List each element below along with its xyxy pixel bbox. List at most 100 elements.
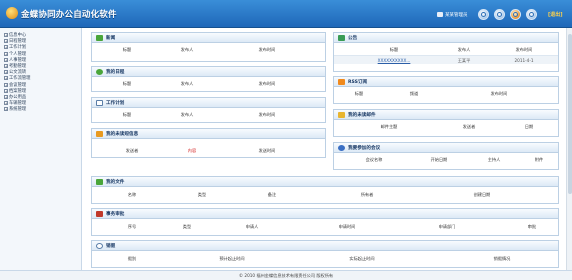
table-header-row: 发送者 内容 发送时间: [92, 145, 325, 156]
panel-title-bar: 我的文件: [92, 177, 558, 187]
column-header: 日期: [524, 124, 534, 129]
meetings-panel: 我要参加的会议 会议名称 开始日期 主持人 附件: [333, 142, 559, 170]
column-header: 申请时间: [338, 224, 356, 229]
schedule-panel: 我的日程 标题 发布人 发布时间: [91, 66, 326, 92]
expand-icon[interactable]: +: [4, 101, 8, 106]
logout-link[interactable]: [退出]: [548, 11, 563, 18]
plan-icon: [96, 100, 103, 106]
cell: 2011-4-1: [514, 58, 534, 63]
expand-icon[interactable]: +: [4, 63, 8, 68]
column-header: 开始日期: [430, 157, 448, 162]
refresh-button[interactable]: [494, 9, 505, 20]
column-header: 发布时间: [490, 91, 508, 96]
notice-panel: 公告 标题 发布人 发布时间 XXXXXXXXXX... 王某平 2011-4-…: [333, 32, 559, 72]
expand-icon[interactable]: +: [4, 57, 8, 62]
table-header-row: 标题 发布人 发布时间: [92, 109, 325, 120]
scrollbar-thumb[interactable]: [568, 34, 572, 194]
column-header: 标题: [122, 81, 132, 86]
vertical-scrollbar[interactable]: [566, 28, 572, 270]
current-user: 某某管理员: [437, 12, 468, 18]
column-header: 发布人: [180, 47, 194, 52]
settings-button[interactable]: [510, 9, 521, 20]
notice-icon: [338, 35, 345, 41]
home-button[interactable]: [478, 9, 489, 20]
panel-title: 我的日程: [106, 70, 125, 75]
panel-title-bar: 我的未读邮件: [334, 110, 558, 120]
column-header: 发送者: [462, 124, 476, 129]
table-header-row: 序号 类型 申请人 申请时间 申请部门 审批: [92, 221, 558, 232]
home-icon: [481, 12, 486, 17]
news-panel: 新闻 标题 发布人 发布时间: [91, 32, 326, 62]
expand-icon[interactable]: +: [4, 51, 8, 56]
help-icon: [529, 12, 534, 17]
column-header: 审批: [527, 224, 537, 229]
panel-title-bar: 工作计划: [92, 98, 325, 108]
table-row[interactable]: XXXXXXXXXX... 王某平 2011-4-1: [334, 55, 558, 64]
expand-icon[interactable]: +: [4, 94, 8, 99]
column-header: 销假情况: [493, 256, 511, 261]
panel-title-bar: RSS订阅: [334, 77, 558, 87]
sidebar-item[interactable]: +系统管理: [4, 107, 30, 113]
column-header: 发布人: [457, 47, 471, 52]
file-icon: [96, 179, 103, 185]
expand-icon[interactable]: +: [4, 88, 8, 93]
user-label: 某某管理员: [445, 13, 468, 18]
rss-panel: RSS订阅 标题 频道 发布时间: [333, 76, 559, 104]
expand-icon[interactable]: +: [4, 107, 8, 112]
main-content: 新闻 标题 发布人 发布时间 公告 标题 发布人 发布时间 XXXXXXXXXX…: [84, 28, 572, 270]
files-panel: 我的文件 名称 类型 备注 所有者 创建日期: [91, 176, 559, 204]
column-header: 标题: [389, 47, 399, 52]
expand-icon[interactable]: +: [4, 76, 8, 81]
column-header: 名称: [127, 192, 137, 197]
column-header: 发布时间: [258, 112, 276, 117]
column-header: 类型: [182, 224, 192, 229]
mail-icon: [338, 112, 345, 118]
expand-icon[interactable]: +: [4, 45, 8, 50]
expand-icon[interactable]: +: [4, 82, 8, 87]
approval-icon: [96, 211, 103, 217]
panel-title-bar: 公告: [334, 33, 558, 43]
column-header: 申请人: [245, 224, 259, 229]
column-header: 预计起止时间: [219, 256, 245, 261]
column-header: 附件: [534, 157, 544, 162]
schedule-icon: [96, 69, 103, 75]
panel-title: 销假: [106, 244, 116, 249]
column-header: 会议名称: [365, 157, 383, 162]
user-icon: [437, 12, 443, 17]
notice-title-link[interactable]: XXXXXXXXXX...: [378, 58, 411, 63]
approval-panel: 事务审批 序号 类型 申请人 申请时间 申请部门 审批: [91, 208, 559, 236]
panel-title: RSS订阅: [348, 80, 368, 85]
rss-icon: [338, 79, 345, 85]
app-logo-icon: [6, 7, 18, 19]
meeting-icon: [338, 145, 345, 151]
help-button[interactable]: [526, 9, 537, 20]
column-header: 类型: [197, 192, 207, 197]
column-header: 发布人: [180, 81, 194, 86]
expand-icon[interactable]: +: [4, 39, 8, 44]
table-header-row: 假别 预计起止时间 实际起止时间 销假情况: [92, 253, 558, 264]
expand-icon[interactable]: +: [4, 33, 8, 37]
news-icon: [96, 35, 103, 41]
panel-title: 工作计划: [106, 101, 125, 106]
panel-title: 事务审批: [106, 212, 125, 217]
panel-title: 我的未读短信息: [106, 132, 139, 137]
column-header: 标题: [354, 91, 364, 96]
expand-icon[interactable]: +: [4, 70, 8, 75]
column-header: 主持人: [487, 157, 501, 162]
panel-title-bar: 我的日程: [92, 67, 325, 77]
table-header-row: 标题 发布人 发布时间: [92, 78, 325, 89]
table-header-row: 标题 发布人 发布时间: [92, 44, 325, 55]
column-header: 邮件主题: [380, 124, 398, 129]
panel-title-bar: 我的未读短信息: [92, 129, 325, 139]
app-title: 金蝶协同办公自动化软件: [21, 10, 117, 20]
column-header: 备注: [267, 192, 277, 197]
column-header: 发布人: [180, 112, 194, 117]
panel-title-bar: 事务审批: [92, 209, 558, 219]
panel-title-bar: 销假: [92, 241, 558, 251]
panel-title: 新闻: [106, 36, 116, 41]
column-header: 频道: [409, 91, 419, 96]
panel-title-bar: 我要参加的会议: [334, 143, 558, 153]
table-header-row: 邮件主题 发送者 日期: [334, 121, 558, 132]
table-header-row: 标题 发布人 发布时间: [334, 44, 558, 55]
refresh-icon: [497, 12, 502, 17]
